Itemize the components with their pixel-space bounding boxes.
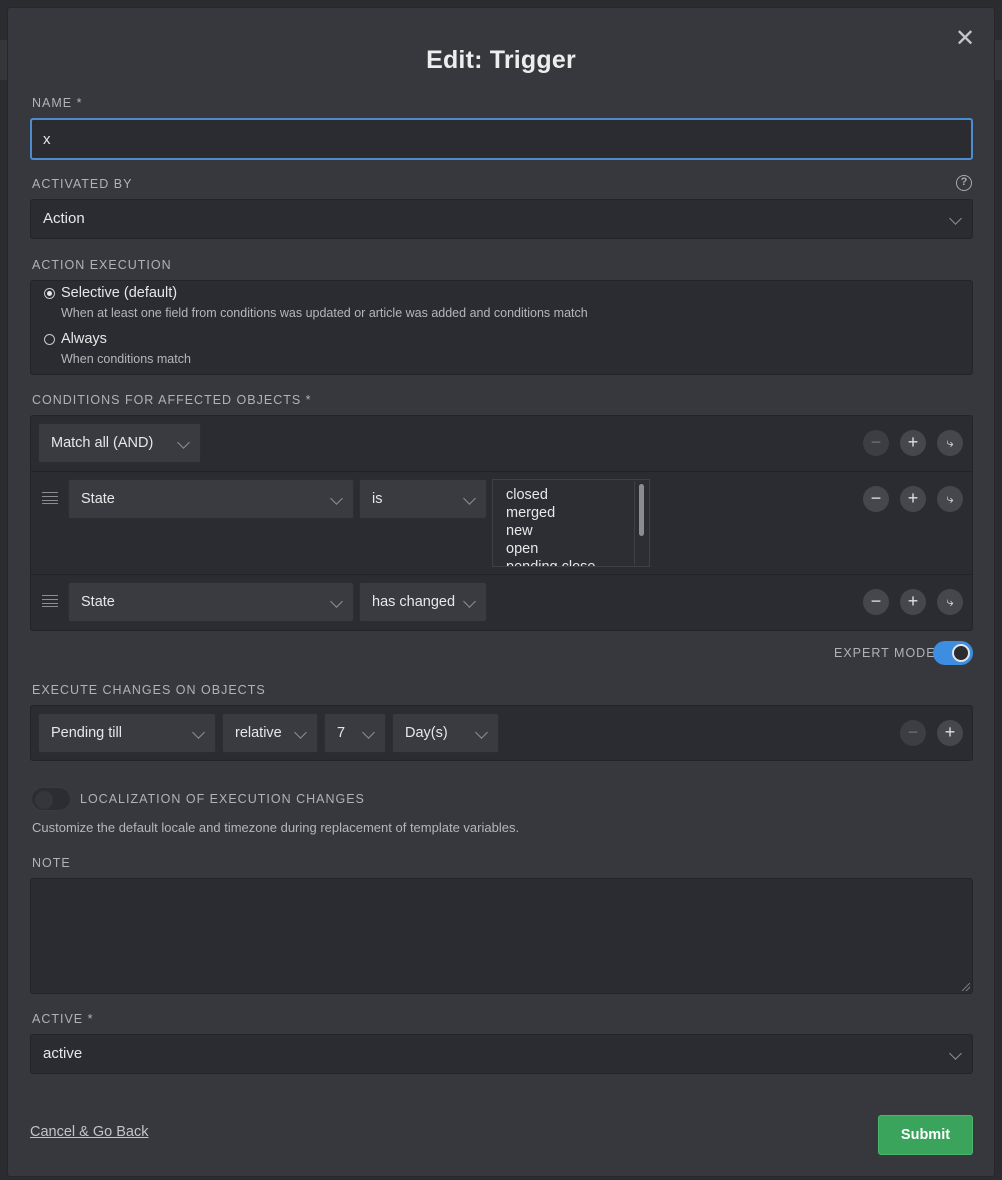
execute-amount-select[interactable]: 7 — [324, 713, 386, 753]
radio-selected[interactable] — [44, 288, 55, 299]
activated-by-label: ACTIVATED BY — [32, 177, 133, 191]
activated-by-value: Action — [43, 210, 85, 227]
radio-description: When conditions match — [61, 352, 191, 366]
resize-handle-icon[interactable] — [962, 983, 970, 991]
listbox-scroll-thumb[interactable] — [639, 484, 644, 536]
chevron-down-icon — [330, 595, 343, 608]
radio-label: Selective (default) — [61, 285, 178, 301]
cancel-link[interactable]: Cancel & Go Back — [30, 1124, 148, 1140]
chevron-down-icon — [192, 726, 205, 739]
condition-operator-select[interactable]: is — [359, 479, 487, 519]
state-values-listbox[interactable]: closed merged new open pending close — [492, 479, 650, 567]
note-textarea[interactable] — [30, 878, 973, 994]
activated-by-select[interactable]: Action — [30, 199, 973, 239]
remove-button[interactable]: − — [863, 589, 889, 615]
active-label: ACTIVE * — [32, 1012, 94, 1026]
chevron-down-icon — [362, 726, 375, 739]
help-icon[interactable]: ? — [956, 175, 972, 191]
active-value: active — [43, 1045, 83, 1062]
chevron-down-icon — [463, 492, 476, 505]
drag-handle-icon[interactable] — [42, 492, 58, 504]
condition-attribute-value: State — [81, 594, 115, 610]
condition-operator-value: has changed — [372, 594, 456, 610]
branch-icon[interactable]: ⤷ — [937, 430, 963, 456]
list-item[interactable]: new — [493, 522, 649, 540]
execute-changes-label: EXECUTE CHANGES ON OBJECTS — [32, 683, 266, 697]
list-item[interactable]: pending close — [493, 558, 649, 566]
toggle-knob — [952, 644, 970, 662]
add-button[interactable]: + — [937, 720, 963, 746]
action-execution-label: ACTION EXECUTION — [32, 258, 172, 272]
toggle-knob — [35, 791, 53, 809]
chevron-down-icon — [330, 492, 343, 505]
execute-mode-value: relative — [235, 725, 282, 741]
name-label: NAME * — [32, 96, 83, 110]
note-label: NOTE — [32, 856, 71, 870]
radio-description: When at least one field from conditions … — [61, 306, 588, 320]
localization-label: LOCALIZATION OF EXECUTION CHANGES — [80, 792, 365, 806]
radio-unselected[interactable] — [44, 334, 55, 345]
expert-mode-toggle[interactable] — [933, 641, 973, 665]
add-button[interactable]: + — [900, 430, 926, 456]
conditions-label: CONDITIONS FOR AFFECTED OBJECTS * — [32, 393, 312, 407]
active-select[interactable]: active — [30, 1034, 973, 1074]
localization-toggle[interactable] — [31, 787, 71, 811]
remove-button-disabled[interactable]: − — [900, 720, 926, 746]
condition-attribute-select[interactable]: State — [68, 582, 354, 622]
divider — [31, 574, 972, 575]
condition-attribute-select[interactable]: State — [68, 479, 354, 519]
execute-amount-value: 7 — [337, 725, 346, 741]
chevron-down-icon — [949, 212, 962, 225]
execute-attribute-select[interactable]: Pending till — [38, 713, 216, 753]
match-value: Match all (AND) — [51, 435, 154, 451]
divider — [31, 471, 972, 472]
condition-operator-select[interactable]: has changed — [359, 582, 487, 622]
list-item[interactable]: closed — [493, 486, 649, 504]
chevron-down-icon — [177, 436, 190, 449]
chevron-down-icon — [949, 1047, 962, 1060]
chevron-down-icon — [475, 726, 488, 739]
drag-handle-icon[interactable] — [42, 595, 58, 607]
dialog-title: Edit: Trigger — [426, 46, 576, 74]
submit-button[interactable]: Submit — [878, 1115, 973, 1155]
branch-icon[interactable]: ⤷ — [937, 589, 963, 615]
execute-unit-value: Day(s) — [405, 725, 448, 741]
radio-label: Always — [61, 331, 107, 347]
condition-operator-value: is — [372, 491, 383, 507]
match-select[interactable]: Match all (AND) — [38, 423, 201, 463]
branch-icon[interactable]: ⤷ — [937, 486, 963, 512]
execute-unit-select[interactable]: Day(s) — [392, 713, 499, 753]
expert-mode-label: EXPERT MODE — [834, 646, 936, 660]
remove-button[interactable]: − — [863, 486, 889, 512]
list-item[interactable]: open — [493, 540, 649, 558]
execute-mode-select[interactable]: relative — [222, 713, 318, 753]
chevron-down-icon — [294, 726, 307, 739]
close-icon[interactable]: ✕ — [954, 27, 976, 51]
chevron-down-icon — [463, 595, 476, 608]
condition-attribute-value: State — [81, 491, 115, 507]
remove-button-disabled[interactable]: − — [863, 430, 889, 456]
add-button[interactable]: + — [900, 486, 926, 512]
execute-attribute-value: Pending till — [51, 725, 122, 741]
list-item[interactable]: merged — [493, 504, 649, 522]
add-button[interactable]: + — [900, 589, 926, 615]
name-input[interactable] — [30, 118, 973, 160]
edit-trigger-dialog: Edit: Trigger ✕ NAME * ACTIVATED BY ? Ac… — [8, 8, 994, 1176]
localization-description: Customize the default locale and timezon… — [32, 820, 520, 835]
